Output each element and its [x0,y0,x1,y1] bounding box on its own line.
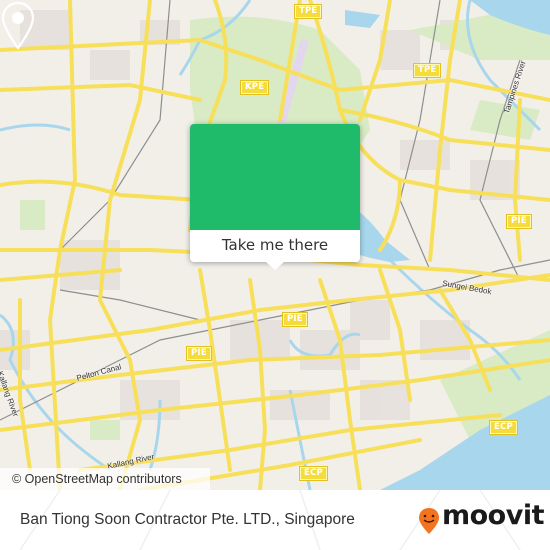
location-popup: Take me there [190,124,360,262]
footer: Ban Tiong Soon Contractor Pte. LTD., Sin… [0,490,550,550]
map-attribution[interactable]: © OpenStreetMap contributors [0,468,210,490]
moovit-wordmark: moovit [442,500,545,531]
place-title: Ban Tiong Soon Contractor Pte. LTD., Sin… [20,511,355,528]
popup-pointer [266,262,284,270]
map-view[interactable]: TPE TPE KPE PIE PIE PIE ECP ECP Tampines… [0,0,550,490]
road-shield-tpe: TPE [412,63,442,78]
take-me-there-button[interactable]: Take me there [190,230,360,262]
road-shield-pie: PIE [506,214,532,229]
road-shield-tpe: TPE [293,4,323,19]
road-shield-ecp: ECP [489,420,518,435]
map-pin-icon [1,1,35,50]
moovit-pin-icon [419,508,439,534]
road-shield-pie: PIE [186,346,212,361]
road-shield-kpe: KPE [239,80,270,95]
road-shield-ecp: ECP [299,466,328,481]
road-shield-pie: PIE [282,312,308,327]
popup-header [190,124,360,230]
